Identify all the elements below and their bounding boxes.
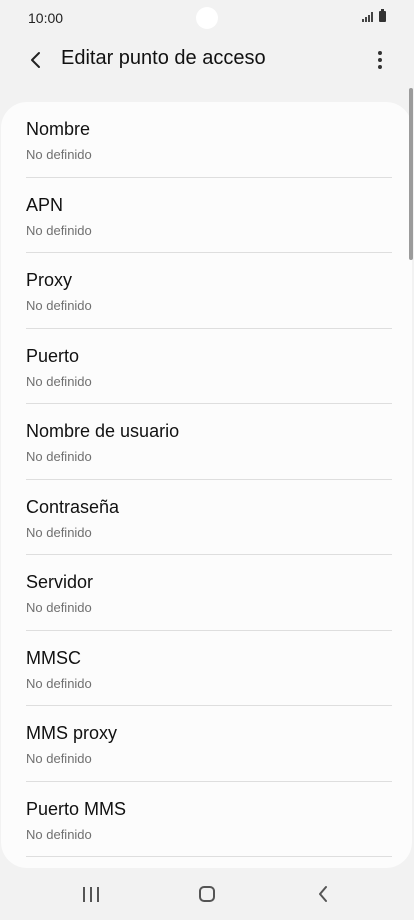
setting-mms-proxy[interactable]: MMS proxy No definido: [1, 706, 412, 782]
system-icons: [362, 9, 386, 22]
setting-label: Nombre: [26, 119, 91, 139]
camera-cutout: [196, 7, 218, 29]
setting-server[interactable]: Servidor No definido: [1, 555, 412, 631]
setting-mmsc[interactable]: MMSC No definido: [1, 631, 412, 706]
navigation-bar: [0, 868, 414, 920]
setting-label: Proxy: [26, 270, 73, 290]
setting-value: No definido: [26, 222, 92, 238]
setting-label: Nombre de usuario: [26, 421, 180, 441]
setting-label: APN: [26, 194, 64, 215]
setting-label: Puerto MMS: [26, 798, 127, 819]
back-button[interactable]: [22, 46, 50, 74]
system-back-button[interactable]: [303, 878, 343, 910]
setting-apn[interactable]: APN No definido: [1, 178, 412, 253]
apn-settings-card: Nombre No definido APN No definido Proxy…: [1, 102, 412, 868]
setting-port[interactable]: Puerto No definido: [1, 329, 412, 404]
home-button[interactable]: [187, 878, 227, 910]
recent-apps-button[interactable]: [71, 878, 111, 910]
setting-name[interactable]: Nombre No definido: [1, 102, 412, 178]
home-icon: [199, 886, 215, 902]
setting-value: No definido: [26, 826, 92, 842]
setting-value: No definido: [26, 373, 92, 389]
signal-icon: [362, 12, 373, 22]
chevron-left-icon: [31, 52, 40, 68]
setting-proxy[interactable]: Proxy No definido: [1, 253, 412, 329]
setting-mms-port[interactable]: Puerto MMS No definido: [1, 782, 412, 857]
setting-value: No definido: [26, 675, 92, 691]
setting-label: Servidor: [26, 572, 94, 592]
battery-icon: [379, 9, 386, 22]
setting-label: MMS proxy: [26, 723, 118, 743]
setting-value: No definido: [26, 298, 92, 313]
setting-username[interactable]: Nombre de usuario No definido: [1, 404, 412, 480]
setting-value: No definido: [26, 147, 92, 162]
scrollbar[interactable]: [409, 88, 413, 260]
setting-value: No definido: [26, 751, 92, 766]
more-options-button[interactable]: [370, 48, 390, 72]
setting-value: No definido: [26, 449, 92, 464]
status-bar: 10:00: [0, 0, 414, 36]
setting-value: No definido: [26, 524, 92, 540]
setting-label: Puerto: [26, 345, 80, 366]
setting-label: MMSC: [26, 647, 81, 668]
more-vertical-icon: [378, 51, 382, 55]
divider: [26, 856, 392, 857]
back-icon: [319, 886, 327, 902]
setting-value: No definido: [26, 600, 92, 615]
settings-list: Nombre No definido APN No definido Proxy…: [1, 102, 412, 857]
setting-password[interactable]: Contraseña No definido: [1, 480, 412, 555]
setting-label: Contraseña: [26, 496, 120, 517]
recent-apps-icon: [83, 886, 99, 902]
app-bar: Editar punto de acceso: [0, 36, 414, 84]
page-title: Editar punto de acceso: [61, 47, 266, 69]
status-time: 10:00: [28, 10, 64, 26]
